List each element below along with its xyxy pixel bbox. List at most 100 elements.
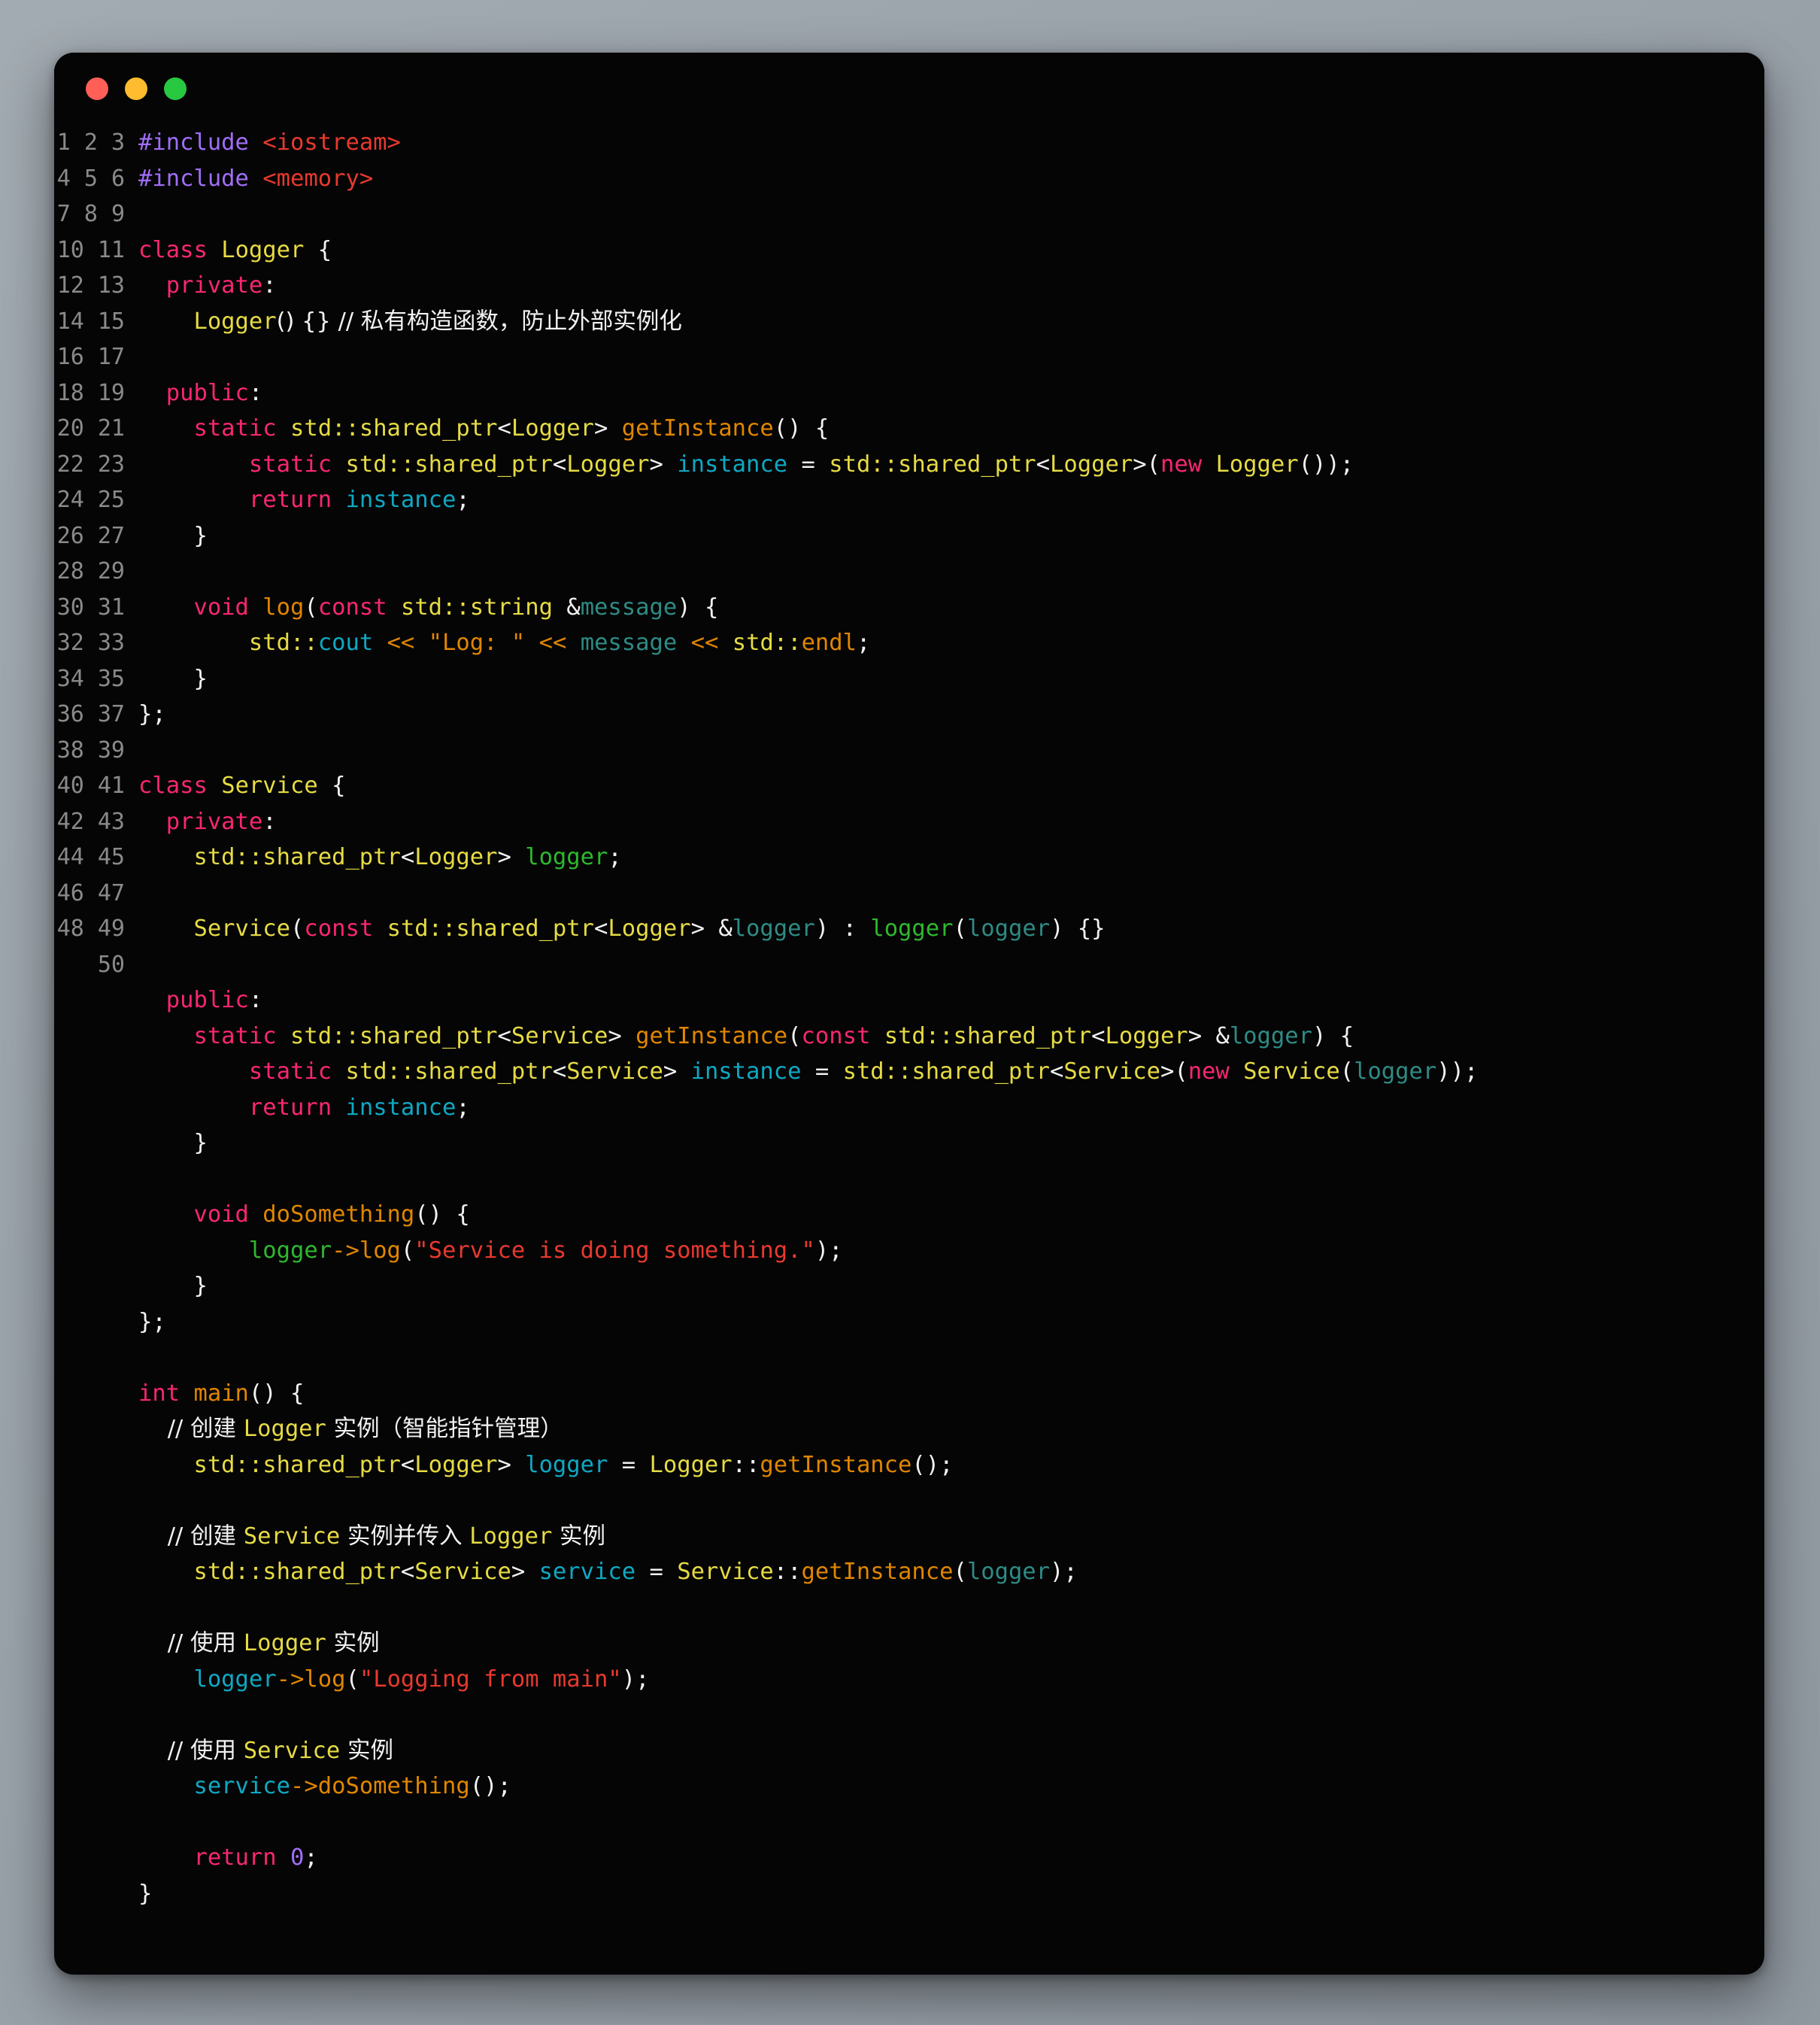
line-number: 39 <box>97 736 125 764</box>
line-number: 1 <box>56 129 71 156</box>
code-area[interactable]: 1 2 3 4 5 6 7 8 9 10 11 12 13 14 15 16 1… <box>54 125 1764 1942</box>
line-number: 24 <box>56 487 84 513</box>
line-number: 35 <box>97 665 125 692</box>
code-line: Logger() {} // 私有构造函数，防止外部实例化 <box>193 308 682 335</box>
code-line: } <box>138 1273 208 1299</box>
code-line: return 0; <box>193 1844 318 1871</box>
line-number: 21 <box>97 415 125 442</box>
line-number: 47 <box>97 879 125 906</box>
code-line: }; <box>138 701 166 727</box>
code-line: std::shared_ptr<Service> service = Servi… <box>193 1559 1078 1585</box>
line-number: 33 <box>97 630 125 656</box>
code-line: class Logger { <box>138 236 332 263</box>
line-number-gutter: 1 2 3 4 5 6 7 8 9 10 11 12 13 14 15 16 1… <box>54 125 135 1911</box>
code-line: return instance; <box>248 1094 470 1121</box>
window-titlebar <box>54 53 1764 125</box>
line-number: 10 <box>56 236 84 263</box>
line-number: 26 <box>56 522 84 549</box>
line-number: 25 <box>97 487 125 513</box>
line-number: 4 <box>56 165 71 192</box>
line-number: 13 <box>97 272 125 299</box>
code-line: }; <box>138 1308 166 1335</box>
line-number: 7 <box>56 201 71 227</box>
line-number: 27 <box>97 522 125 549</box>
line-number: 5 <box>83 165 98 192</box>
line-number: 16 <box>56 344 84 370</box>
code-editor-window: 1 2 3 4 5 6 7 8 9 10 11 12 13 14 15 16 1… <box>54 53 1764 1975</box>
line-number: 8 <box>83 201 98 227</box>
code-line: static std::shared_ptr<Service> instance… <box>248 1058 1479 1085</box>
line-number: 37 <box>97 701 125 727</box>
code-line: } <box>138 1880 153 1907</box>
code-line: std::cout << "Log: " << message << std::… <box>248 630 871 656</box>
code-line: class Service { <box>138 773 346 799</box>
code-line: } <box>138 665 208 692</box>
line-number: 40 <box>56 773 84 799</box>
line-number: 29 <box>97 558 125 584</box>
line-number: 48 <box>56 915 84 942</box>
minimize-window-button[interactable] <box>125 77 147 100</box>
code-line: private: <box>165 808 277 835</box>
code-line: public: <box>165 379 263 406</box>
line-number: 36 <box>56 701 84 727</box>
line-number: 28 <box>56 558 84 584</box>
line-number: 50 <box>97 951 125 978</box>
line-number: 11 <box>97 236 125 263</box>
code-line: static std::shared_ptr<Logger> getInstan… <box>193 415 830 442</box>
line-number: 49 <box>97 915 125 942</box>
line-number: 38 <box>56 736 84 764</box>
line-number: 6 <box>111 165 125 192</box>
code-line: // 使用 Logger 实例 <box>138 1630 380 1656</box>
line-number: 30 <box>56 594 84 621</box>
code-line: void doSomething() { <box>193 1201 470 1228</box>
line-number: 12 <box>56 272 84 299</box>
line-number: 23 <box>97 451 125 478</box>
line-number: 18 <box>56 379 84 406</box>
code-line: Service(const std::shared_ptr<Logger> &l… <box>193 915 1106 942</box>
code-line: logger->log("Logging from main"); <box>193 1665 650 1693</box>
line-number: 34 <box>56 665 84 692</box>
code-line: service->doSomething(); <box>193 1773 511 1799</box>
line-number: 45 <box>97 844 125 870</box>
code-line: // 创建 Logger 实例（智能指针管理） <box>138 1416 563 1442</box>
code-line: logger->log("Service is doing something.… <box>248 1237 843 1264</box>
code-line: private: <box>165 272 277 299</box>
line-number: 31 <box>97 594 125 621</box>
source-code[interactable]: #include <iostream> #include <memory> cla… <box>135 125 1764 1911</box>
line-number: 32 <box>56 630 84 656</box>
maximize-window-button[interactable] <box>164 77 187 100</box>
code-line: std::shared_ptr<Logger> logger = Logger:… <box>193 1451 954 1478</box>
line-number: 9 <box>111 201 125 227</box>
line-number: 17 <box>97 344 125 370</box>
line-number: 44 <box>56 844 84 870</box>
line-number: 3 <box>111 129 125 156</box>
code-line: return instance; <box>248 487 470 513</box>
code-line: int main() { <box>138 1380 305 1407</box>
code-line: static std::shared_ptr<Logger> instance … <box>248 451 1354 478</box>
line-number: 43 <box>97 808 125 835</box>
line-number: 46 <box>56 879 84 906</box>
code-line: std::shared_ptr<Logger> logger; <box>193 844 622 870</box>
line-number: 15 <box>97 308 125 335</box>
code-line: } <box>138 1130 208 1156</box>
code-line: static std::shared_ptr<Service> getInsta… <box>193 1022 1354 1049</box>
line-number: 41 <box>97 773 125 799</box>
code-line: public: <box>165 987 263 1013</box>
close-window-button[interactable] <box>86 77 108 100</box>
code-line: #include <memory> <box>138 165 374 192</box>
code-line: #include <iostream> <box>138 129 401 156</box>
line-number: 2 <box>83 129 98 156</box>
line-number: 19 <box>97 379 125 406</box>
